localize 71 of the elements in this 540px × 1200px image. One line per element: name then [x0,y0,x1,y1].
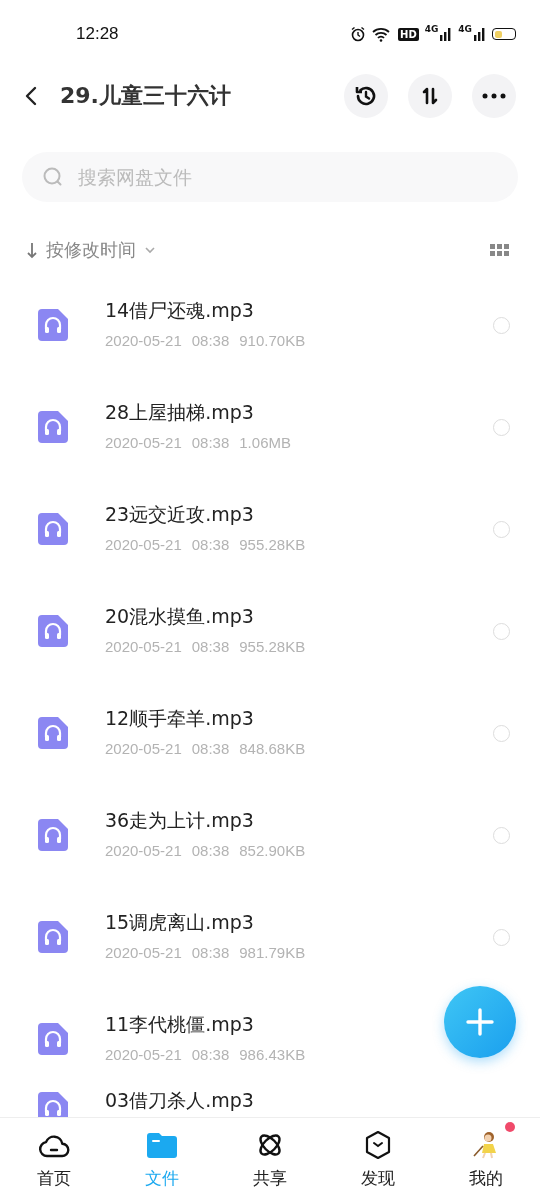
nav-tab[interactable]: 我的 [432,1118,540,1200]
file-name: 15调虎离山.mp3 [105,909,254,935]
file-size: 848.68KB [239,739,306,757]
file-name: 03借刀杀人.mp3 [105,1088,254,1113]
file-time: 08:38 [191,943,230,961]
file-name: 20混水摸鱼.mp3 [105,603,254,629]
file-time: 08:38 [191,739,230,757]
sort-dropdown[interactable]: 按修改时间 [26,238,156,262]
add-button[interactable] [444,986,516,1058]
signal-icon [440,27,453,41]
file-size: 986.43KB [239,1045,306,1063]
history-button[interactable] [344,74,388,118]
audio-file-icon [38,615,68,647]
file-date: 2020-05-21 [105,331,182,349]
more-button[interactable] [472,74,516,118]
chevron-icon [144,246,156,254]
file-date: 2020-05-21 [105,433,182,451]
file-time: 08:38 [191,535,230,553]
alarm-icon [350,26,366,42]
audio-file-icon [38,921,68,953]
status-time: 12:28 [76,24,119,44]
hd-label: HD [398,27,419,41]
file-time: 08:38 [191,637,230,655]
file-size: 955.28KB [239,637,306,655]
search-icon [42,166,64,188]
file-date: 2020-05-21 [105,943,182,961]
file-size: 910.70KB [239,331,306,349]
sort-button[interactable] [408,74,452,118]
file-size: 852.90KB [239,841,306,859]
grid-view-button[interactable] [490,243,510,257]
hexagon-icon [364,1129,392,1160]
file-name: 36走为上计.mp3 [105,807,254,833]
file-size: 981.79KB [239,943,306,961]
folder-title: 29.儿童三十六计 [60,82,232,110]
audio-file-icon [38,513,68,545]
network-label: 4G [424,24,439,34]
file-name: 12顺手牵羊.mp3 [105,705,254,731]
network-label: 4G [458,24,472,34]
nav-tab[interactable]: 发现 [324,1118,432,1200]
file-date: 2020-05-21 [105,739,182,757]
file-time: 08:38 [191,433,230,451]
file-date: 2020-05-21 [105,841,182,859]
file-name: 28上屋抽梯.mp3 [105,399,254,425]
audio-file-icon [38,1023,68,1055]
file-time: 08:38 [191,1045,230,1063]
audio-file-icon [38,717,68,749]
file-date: 2020-05-21 [105,637,182,655]
signal-icon [474,27,486,41]
file-date: 2020-05-21 [105,1045,182,1063]
file-name: 23远交近攻.mp3 [105,501,254,527]
wifi-icon [372,26,392,42]
nav-tab[interactable]: 共享 [216,1118,324,1200]
search-field[interactable]: 搜索网盘文件 [22,152,518,202]
file-size: 955.28KB [239,535,306,553]
back-icon [24,85,38,107]
file-size: 1.06MB [239,433,291,451]
audio-file-icon [38,411,68,443]
more-icon [482,93,506,99]
file-name: 11李代桃僵.mp3 [105,1011,254,1037]
audio-file-icon [38,819,68,851]
nav-tab[interactable]: 首页 [0,1118,108,1200]
battery-icon [492,28,516,40]
audio-file-icon [38,309,68,341]
down-arrow-icon [26,241,38,259]
folder-icon [147,1131,177,1158]
plus-icon [465,1007,495,1037]
file-name: 14借尸还魂.mp3 [105,297,254,323]
file-time: 08:38 [191,841,230,859]
file-time: 08:38 [191,331,230,349]
grid-icon [490,243,510,257]
file-date: 2020-05-21 [105,535,182,553]
